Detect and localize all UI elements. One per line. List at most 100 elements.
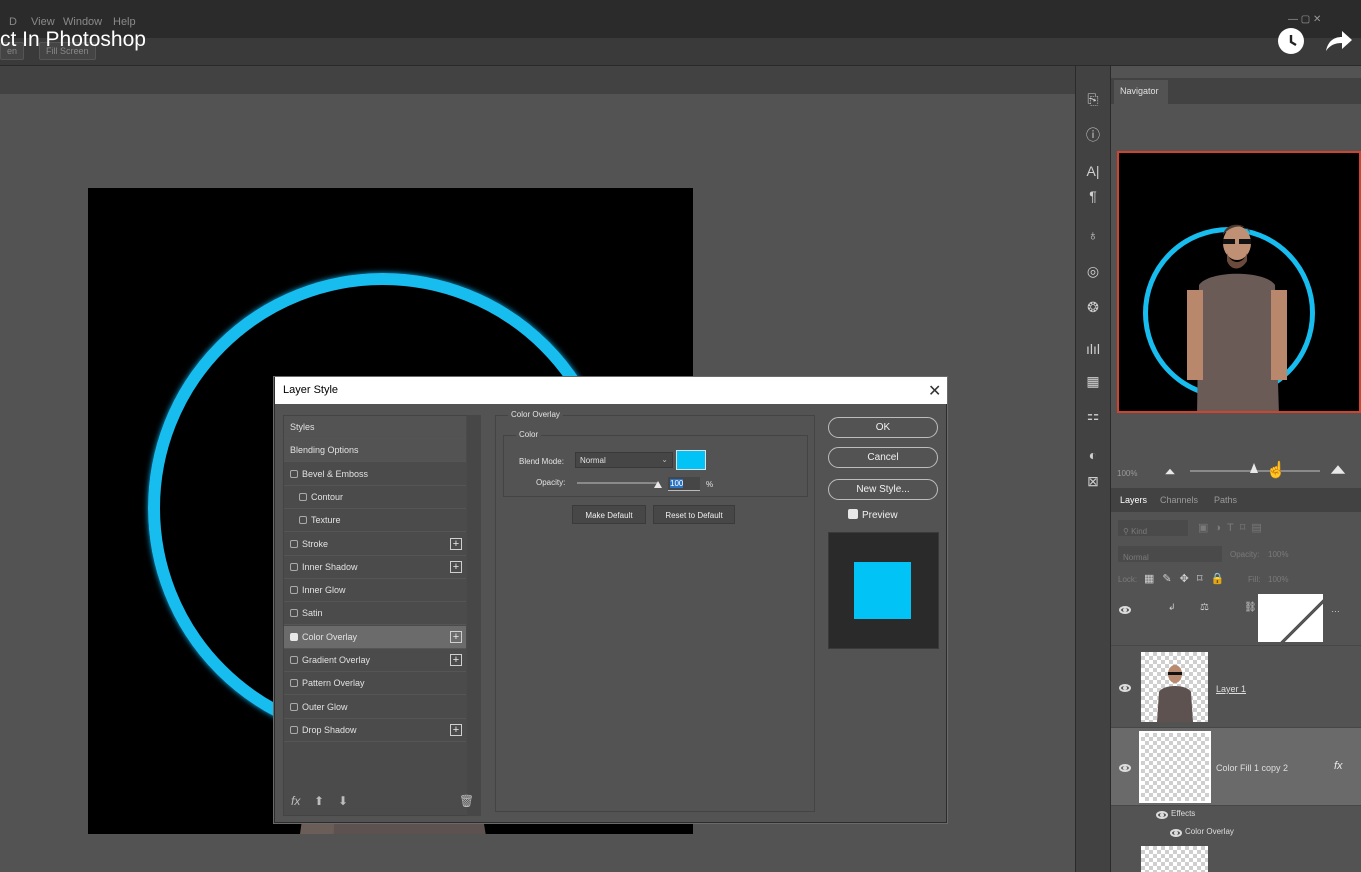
more-icon[interactable]: …	[1331, 604, 1340, 614]
checkbox[interactable]	[290, 609, 298, 618]
fx-badge-icon[interactable]: fx	[1334, 760, 1343, 772]
opacity-slider[interactable]	[577, 482, 657, 484]
style-item-blending-options[interactable]: Blending Options	[284, 439, 466, 463]
layer-name[interactable]: Layer 1	[1216, 684, 1246, 694]
move-down-icon[interactable]: ⬇	[338, 794, 348, 808]
add-effect-icon[interactable]: +	[450, 630, 462, 643]
layer-row-adjustment[interactable]	[1111, 590, 1361, 646]
preview-checkbox[interactable]: Preview	[848, 509, 898, 521]
overlay-color-swatch[interactable]	[676, 450, 706, 470]
make-default-button[interactable]: Make Default	[572, 505, 646, 524]
character-icon[interactable]: A|	[1082, 160, 1104, 182]
style-item-bevel-emboss[interactable]: Bevel & Emboss	[284, 463, 466, 486]
effects-eye-icon[interactable]	[1156, 811, 1168, 819]
visibility-eye-icon[interactable]	[1119, 684, 1131, 692]
style-item-color-overlay[interactable]: Color Overlay	[284, 625, 466, 649]
reset-default-button[interactable]: Reset to Default	[653, 505, 735, 524]
properties-icon[interactable]: ⊠	[1082, 470, 1104, 492]
layer-blend-mode[interactable]: Normal	[1118, 546, 1222, 562]
tab-paths[interactable]: Paths	[1214, 495, 1237, 505]
lock-icons[interactable]: ▦✎✥⌑🔒	[1144, 572, 1232, 585]
fx-icon[interactable]: fx	[291, 794, 300, 808]
checkbox[interactable]	[290, 562, 298, 571]
add-effect-icon[interactable]: +	[450, 537, 462, 550]
watch-later-icon[interactable]	[1278, 28, 1304, 54]
histogram-icon[interactable]: ılıl	[1082, 338, 1104, 360]
zoom-level[interactable]: 100%	[1117, 469, 1137, 478]
style-item-drop-shadow[interactable]: Drop Shadow	[284, 719, 466, 742]
styles-icon[interactable]: ◐	[1082, 444, 1104, 466]
close-icon[interactable]: ✕	[928, 381, 941, 401]
checkbox[interactable]	[299, 516, 307, 525]
checkbox[interactable]	[290, 539, 298, 548]
ok-button[interactable]: OK	[828, 417, 938, 438]
effect-color-overlay[interactable]: Color Overlay	[1185, 827, 1234, 836]
layer-thumbnail-selected[interactable]	[1139, 731, 1211, 803]
preview-check-icon[interactable]	[848, 509, 858, 519]
fill-value[interactable]: 100%	[1268, 575, 1288, 584]
adjustments-icon[interactable]: ⚏	[1082, 404, 1104, 426]
window-controls[interactable]: — ▢ ✕	[1288, 14, 1321, 25]
style-item-gradient-overlay[interactable]: Gradient Overlay	[284, 649, 466, 672]
style-item-inner-glow[interactable]: Inner Glow	[284, 579, 466, 603]
cancel-button[interactable]: Cancel	[828, 447, 938, 468]
move-up-icon[interactable]: ⬆	[314, 794, 324, 808]
history-icon[interactable]: ⎘	[1082, 88, 1104, 110]
style-item-label: Styles	[290, 422, 315, 432]
layer-opacity-value[interactable]: 100%	[1268, 550, 1288, 559]
visibility-eye-icon[interactable]	[1119, 606, 1131, 614]
checkbox[interactable]	[290, 679, 298, 688]
share-icon[interactable]	[1322, 27, 1356, 62]
dialog-title-bar[interactable]	[275, 377, 947, 404]
swatches-icon[interactable]: ▦	[1082, 370, 1104, 392]
checkbox[interactable]	[290, 586, 298, 595]
3d-icon[interactable]: ❂	[1082, 296, 1104, 318]
new-style-button[interactable]: New Style...	[828, 479, 938, 500]
add-effect-icon[interactable]: +	[450, 654, 462, 666]
navigator-preview[interactable]	[1117, 151, 1361, 413]
checkbox[interactable]	[290, 702, 298, 711]
add-effect-icon[interactable]: +	[450, 723, 462, 736]
checkbox[interactable]	[299, 492, 307, 501]
layer-thumbnail[interactable]	[1141, 846, 1208, 872]
visibility-eye-icon[interactable]	[1119, 764, 1131, 772]
info-icon[interactable]: ⓘ	[1082, 124, 1104, 146]
effect-eye-icon[interactable]	[1170, 829, 1182, 837]
style-item-styles[interactable]: Styles	[284, 416, 466, 439]
layer-mask-thumbnail[interactable]	[1258, 594, 1323, 642]
tab-navigator[interactable]: Navigator	[1114, 80, 1168, 104]
menu-item-view[interactable]: View	[31, 16, 55, 28]
style-item-label: Inner Glow	[302, 585, 346, 596]
style-item-pattern-overlay[interactable]: Pattern Overlay	[284, 672, 466, 696]
style-item-stroke[interactable]: Stroke	[284, 533, 466, 556]
style-item-contour[interactable]: Contour	[284, 486, 466, 509]
menu-item-file[interactable]: D	[9, 16, 17, 28]
checkbox[interactable]	[290, 725, 298, 734]
style-item-inner-shadow[interactable]: Inner Shadow	[284, 556, 466, 579]
layer-name[interactable]: Color Fill 1 copy 2	[1216, 763, 1288, 773]
checkbox[interactable]	[290, 469, 298, 478]
blend-mode-select[interactable]: Normal ⌄	[575, 452, 673, 468]
tab-layers[interactable]: Layers	[1120, 495, 1147, 505]
tab-channels[interactable]: Channels	[1160, 495, 1198, 505]
add-effect-icon[interactable]: +	[450, 560, 462, 573]
layer-thumbnail[interactable]	[1141, 652, 1208, 722]
navigator-person	[1187, 224, 1287, 411]
trash-icon[interactable]: 🗑	[459, 794, 474, 808]
style-item-texture[interactable]: Texture	[284, 509, 466, 533]
learn-icon[interactable]: ♁	[1082, 224, 1104, 246]
paragraph-icon[interactable]: ¶	[1082, 185, 1104, 207]
style-item-outer-glow[interactable]: Outer Glow	[284, 696, 466, 719]
layer-filter-icons[interactable]: ▣◑T⌑▤	[1198, 521, 1268, 534]
styles-scrollbar[interactable]	[467, 415, 481, 816]
opacity-input[interactable]: 100	[668, 477, 700, 491]
zoom-out-icon[interactable]	[1165, 468, 1175, 475]
menu-item-window[interactable]: Window	[63, 16, 102, 28]
layer-filter-kind[interactable]: ⚲ Kind	[1118, 520, 1188, 536]
style-item-satin[interactable]: Satin	[284, 602, 466, 626]
libraries-icon[interactable]: ◎	[1082, 260, 1104, 282]
checkbox[interactable]	[290, 632, 298, 641]
menu-item-help[interactable]: Help	[113, 16, 136, 28]
zoom-in-icon[interactable]	[1330, 465, 1346, 474]
checkbox[interactable]	[290, 656, 298, 664]
